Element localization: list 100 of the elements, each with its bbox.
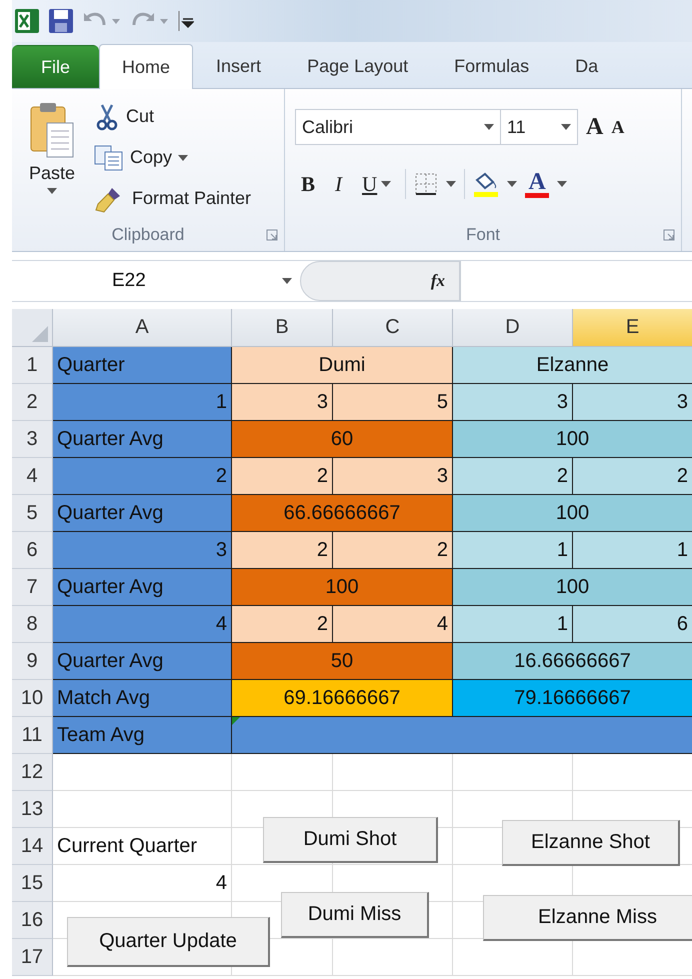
row-header[interactable]: 1 (12, 347, 53, 384)
dropdown-caret-icon[interactable] (507, 181, 518, 187)
dropdown-caret-icon[interactable] (178, 154, 188, 160)
table-cell: 100 (453, 495, 692, 532)
table-cell: Quarter (53, 347, 232, 384)
table-cell: 2 (333, 532, 453, 569)
dialog-launcher-icon[interactable] (663, 229, 675, 241)
clipboard-command[interactable]: Copy (94, 140, 252, 175)
ribbon-tab[interactable]: Page Layout (284, 43, 432, 88)
table-cell: 16.66666667 (453, 643, 692, 680)
table-cell: 1 (573, 532, 692, 569)
table-cell: 6 (573, 606, 692, 643)
group-title: Clipboard (112, 225, 184, 245)
table-cell: Quarter Avg (53, 421, 232, 458)
ribbon-tab[interactable]: Da (552, 43, 622, 88)
dialog-launcher-icon[interactable] (266, 229, 278, 241)
form-button[interactable]: Elzanne Miss (483, 895, 692, 941)
table-cell: 3 (453, 384, 573, 421)
highlight-swatch (474, 192, 498, 196)
save-icon[interactable] (48, 8, 74, 34)
table-cell: 2 (232, 606, 333, 643)
spreadsheet-app-icon[interactable] (14, 8, 40, 34)
row-header[interactable]: 14 (12, 828, 53, 865)
table-cell: Quarter Avg (53, 495, 232, 532)
clipboard-icon (29, 101, 75, 159)
table-cell: Dumi (232, 347, 453, 384)
table-cell: 3 (573, 384, 692, 421)
row-header[interactable]: 6 (12, 532, 53, 569)
format-button[interactable]: I (329, 172, 348, 196)
row-header[interactable]: 12 (12, 754, 53, 791)
format-button[interactable]: B (295, 172, 322, 196)
table-cell: 1 (453, 532, 573, 569)
table-cell: 3 (53, 532, 232, 569)
table-cell: Quarter Avg (53, 569, 232, 606)
paste-button[interactable]: Paste (22, 99, 82, 219)
row-header[interactable]: 7 (12, 569, 53, 606)
customize-toolbar-icon[interactable] (178, 11, 194, 31)
table-cell: Current Quarter (53, 828, 232, 865)
ribbon-tab[interactable]: Insert (193, 43, 284, 88)
form-button[interactable]: Elzanne Shot (502, 820, 680, 866)
column-header[interactable]: E (573, 309, 692, 347)
ribbon-tab[interactable]: Formulas (431, 43, 552, 88)
row-header[interactable]: 13 (12, 791, 53, 828)
table-cell: 2 (573, 458, 692, 495)
dropdown-caret-icon[interactable] (282, 278, 292, 284)
row-header[interactable]: 5 (12, 495, 53, 532)
dropdown-caret-icon[interactable] (557, 181, 568, 187)
table-cell: Elzanne (453, 347, 692, 384)
table-cell: 3 (333, 458, 453, 495)
clipboard-command[interactable]: Cut (94, 99, 252, 134)
table-cell: 100 (453, 421, 692, 458)
dropdown-caret-icon[interactable] (561, 124, 571, 130)
column-header[interactable]: B (232, 309, 333, 347)
table-cell: Quarter Avg (53, 643, 232, 680)
table-cell: 50 (232, 643, 453, 680)
grow-font-button[interactable]: A (586, 114, 604, 140)
font-color-swatch (525, 192, 550, 198)
table-cell: 100 (232, 569, 453, 606)
row-header[interactable]: 2 (12, 384, 53, 421)
form-button[interactable]: Dumi Shot (263, 817, 438, 863)
row-header[interactable]: 4 (12, 458, 53, 495)
dropdown-caret-icon[interactable] (446, 181, 456, 187)
dropdown-caret-icon[interactable] (381, 181, 392, 187)
font-size-dropdown[interactable]: 11 (500, 109, 578, 145)
ribbon-tab[interactable]: Home (99, 44, 194, 89)
name-box[interactable]: E22 (12, 261, 300, 301)
table-cell: 4 (333, 606, 453, 643)
row-header[interactable]: 3 (12, 421, 53, 458)
row-header[interactable]: 11 (12, 717, 53, 754)
table-cell: 3 (232, 384, 333, 421)
insert-function-button[interactable]: fx (300, 261, 460, 301)
copy-icon (94, 144, 124, 170)
table-cell: 66.66666667 (232, 495, 453, 532)
column-header[interactable]: C (333, 309, 453, 347)
font-color-button[interactable]: A (528, 170, 546, 192)
table-cell: 4 (53, 606, 232, 643)
table-cell: Match Avg (53, 680, 232, 717)
row-header[interactable]: 15 (12, 865, 53, 902)
form-button[interactable]: Dumi Miss (281, 892, 429, 938)
borders-icon[interactable] (414, 172, 438, 196)
table-cell: 5 (333, 384, 453, 421)
font-name-dropdown[interactable]: Calibri (295, 109, 501, 145)
form-button[interactable]: Quarter Update (67, 917, 270, 967)
format-button[interactable]: U (356, 172, 398, 196)
row-header[interactable]: 9 (12, 643, 53, 680)
row-header[interactable]: 8 (12, 606, 53, 643)
table-cell: 79.16666667 (453, 680, 692, 717)
table-cell: 60 (232, 421, 453, 458)
file-menu-tab[interactable]: File (12, 45, 100, 88)
shrink-font-button[interactable]: A (611, 116, 624, 138)
clipboard-command[interactable]: Format Painter (94, 181, 252, 216)
row-header[interactable]: 17 (12, 939, 53, 976)
dropdown-caret-icon[interactable] (484, 124, 494, 130)
dropdown-caret-icon[interactable] (47, 188, 57, 194)
table-cell: Team Avg (53, 717, 232, 754)
row-header[interactable]: 10 (12, 680, 53, 717)
column-header[interactable]: D (453, 309, 573, 347)
table-cell: 1 (53, 384, 232, 421)
column-header[interactable]: A (53, 309, 232, 347)
row-header[interactable]: 16 (12, 902, 53, 939)
